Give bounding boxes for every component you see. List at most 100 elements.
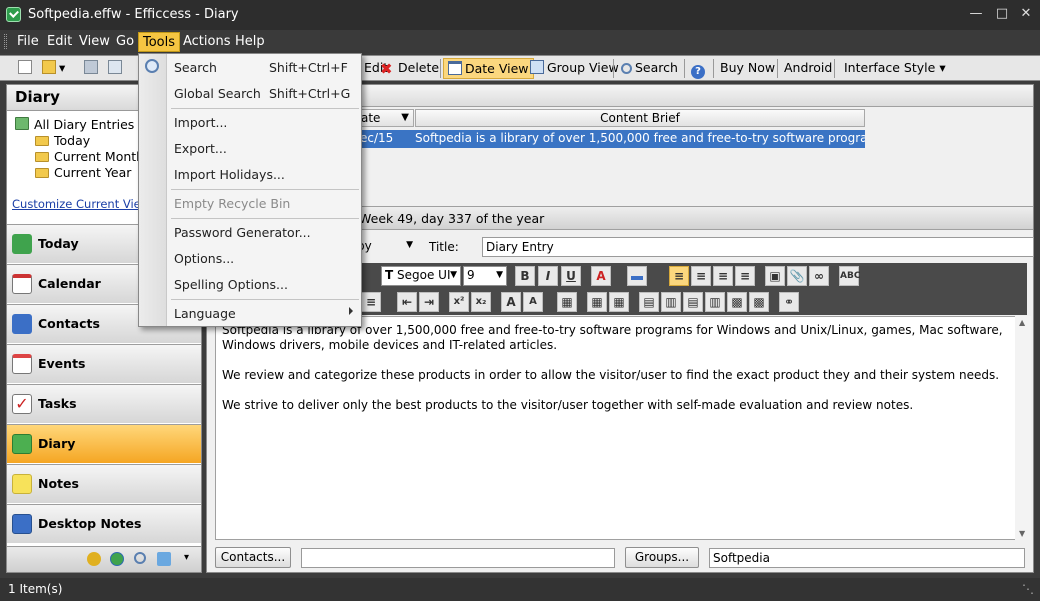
bullets-button[interactable]: ≡: [361, 292, 381, 312]
menu-go[interactable]: Go: [112, 32, 138, 52]
insert-row-icon[interactable]: ▤: [639, 292, 659, 312]
android-button[interactable]: Android: [780, 58, 836, 79]
category-select[interactable]: py ▼: [357, 237, 415, 257]
outdent-button[interactable]: ⇤: [397, 292, 417, 312]
menu-item-import-holidays[interactable]: Import Holidays...: [139, 161, 361, 187]
font-size-select[interactable]: 9 ▼: [463, 266, 507, 286]
interface-style-button[interactable]: Interface Style ▾: [840, 58, 950, 79]
maximize-button[interactable]: □: [992, 4, 1012, 24]
toolbar-separator: [440, 59, 441, 78]
menu-item-search[interactable]: Search Shift+Ctrl+F: [139, 54, 361, 80]
contacts-field[interactable]: [301, 548, 615, 568]
globe-icon[interactable]: [110, 552, 124, 566]
menu-item-options[interactable]: Options...: [139, 245, 361, 271]
delete-button[interactable]: ✖ Delete: [376, 58, 443, 79]
tree-item-today[interactable]: Today: [15, 133, 144, 149]
menu-file[interactable]: File: [13, 32, 43, 52]
font-color-button[interactable]: A: [591, 266, 611, 286]
groups-field[interactable]: Softpedia: [709, 548, 1025, 568]
print-button[interactable]: [80, 58, 105, 79]
search-icon[interactable]: [134, 552, 146, 564]
menu-item-spelling-options[interactable]: Spelling Options...: [139, 271, 361, 297]
sync-icon[interactable]: [157, 552, 171, 566]
nav-notes[interactable]: Notes: [7, 464, 201, 503]
groups-button[interactable]: Groups...: [625, 547, 699, 568]
interface-style-label: Interface Style: [844, 60, 936, 75]
menu-help[interactable]: Help: [231, 32, 269, 52]
table-grid-icon[interactable]: ▦: [609, 292, 629, 312]
editor-scrollbar[interactable]: ▲ ▼: [1015, 316, 1031, 540]
grow-font-button[interactable]: A: [501, 292, 521, 312]
nav-diary[interactable]: Diary: [7, 424, 201, 463]
menu-item-label: Spelling Options...: [174, 277, 288, 292]
underline-button[interactable]: U: [561, 266, 581, 286]
sticky-note-icon: [12, 474, 32, 494]
hyperlink-icon[interactable]: ⚭: [779, 292, 799, 312]
insert-image-icon[interactable]: ▣: [765, 266, 785, 286]
contacts-button[interactable]: Contacts...: [215, 547, 291, 568]
highlight-color-button[interactable]: [627, 266, 647, 286]
menu-item-export[interactable]: Export...: [139, 135, 361, 161]
minimize-button[interactable]: —: [966, 4, 986, 24]
column-content-brief[interactable]: Content Brief: [415, 109, 865, 127]
new-button[interactable]: [14, 58, 39, 79]
shrink-font-button[interactable]: A: [523, 292, 543, 312]
nav-tasks[interactable]: ✓ Tasks: [7, 384, 201, 423]
resize-grip-icon[interactable]: ⋱: [1022, 582, 1034, 596]
menu-view[interactable]: View: [75, 32, 114, 52]
split-cells-icon[interactable]: ▩: [749, 292, 769, 312]
tree-item-current-month[interactable]: Current Month: [15, 149, 144, 165]
open-button[interactable]: ▾: [38, 58, 69, 79]
nav-label: Desktop Notes: [38, 516, 142, 531]
help-button[interactable]: ?: [687, 58, 712, 79]
delete-row-icon[interactable]: ▤: [683, 292, 703, 312]
chevron-down-icon[interactable]: ▾: [184, 552, 189, 563]
menu-actions[interactable]: Actions: [179, 32, 235, 52]
align-left-button[interactable]: ≡: [669, 266, 689, 286]
date-view-button[interactable]: Date View: [443, 58, 534, 79]
insert-table-icon[interactable]: ▦: [557, 292, 577, 312]
menu-item-language[interactable]: Language: [139, 300, 361, 326]
scroll-down-icon[interactable]: ▼: [1019, 529, 1025, 538]
key-icon[interactable]: [87, 552, 101, 566]
group-view-button[interactable]: Group View: [526, 58, 623, 79]
column-date[interactable]: ate ▼: [357, 109, 414, 127]
buy-now-button[interactable]: Buy Now: [716, 58, 779, 79]
nav-events[interactable]: Events: [7, 344, 201, 383]
superscript-button[interactable]: x²: [449, 292, 469, 312]
menu-tools[interactable]: Tools: [138, 32, 181, 52]
search-label: Search: [635, 60, 678, 75]
indent-button[interactable]: ⇥: [419, 292, 439, 312]
link-icon[interactable]: ∞: [809, 266, 829, 286]
tree-item-all[interactable]: All Diary Entries: [15, 117, 144, 133]
menu-item-password-generator[interactable]: Password Generator...: [139, 219, 361, 245]
menu-edit[interactable]: Edit: [43, 32, 76, 52]
diary-editor[interactable]: Softpedia is a library of over 1,500,000…: [215, 316, 1023, 540]
menu-item-import[interactable]: Import...: [139, 109, 361, 135]
align-center-button[interactable]: ≡: [691, 266, 711, 286]
attach-icon[interactable]: 📎: [787, 266, 807, 286]
spellcheck-icon[interactable]: ABC: [839, 266, 860, 286]
menu-item-label: Import...: [174, 115, 228, 130]
scroll-up-icon[interactable]: ▲: [1019, 318, 1025, 327]
insert-column-icon[interactable]: ▥: [661, 292, 681, 312]
table-row[interactable]: ec/15 Softpedia is a library of over 1,50…: [357, 130, 865, 148]
font-select[interactable]: T Segoe UI ▼: [381, 266, 461, 286]
title-input[interactable]: Diary Entry: [482, 237, 1034, 257]
bold-button[interactable]: B: [515, 266, 535, 286]
justify-button[interactable]: ≡: [735, 266, 755, 286]
merge-cells-icon[interactable]: ▩: [727, 292, 747, 312]
nav-desktop-notes[interactable]: Desktop Notes: [7, 504, 201, 543]
subscript-button[interactable]: x₂: [471, 292, 491, 312]
tree-item-current-year[interactable]: Current Year: [15, 165, 144, 181]
search-button[interactable]: Search: [617, 58, 682, 79]
delete-column-icon[interactable]: ▥: [705, 292, 725, 312]
close-button[interactable]: ✕: [1016, 4, 1036, 24]
align-right-button[interactable]: ≡: [713, 266, 733, 286]
menu-item-global-search[interactable]: Global Search Shift+Ctrl+G: [139, 80, 361, 106]
italic-button[interactable]: I: [538, 266, 558, 286]
table-grid-icon[interactable]: ▦: [587, 292, 607, 312]
editor-paragraph: We strive to deliver only the best produ…: [222, 398, 914, 412]
menu-item-empty-recycle-bin[interactable]: Empty Recycle Bin: [139, 190, 361, 216]
preview-button[interactable]: [104, 58, 129, 79]
